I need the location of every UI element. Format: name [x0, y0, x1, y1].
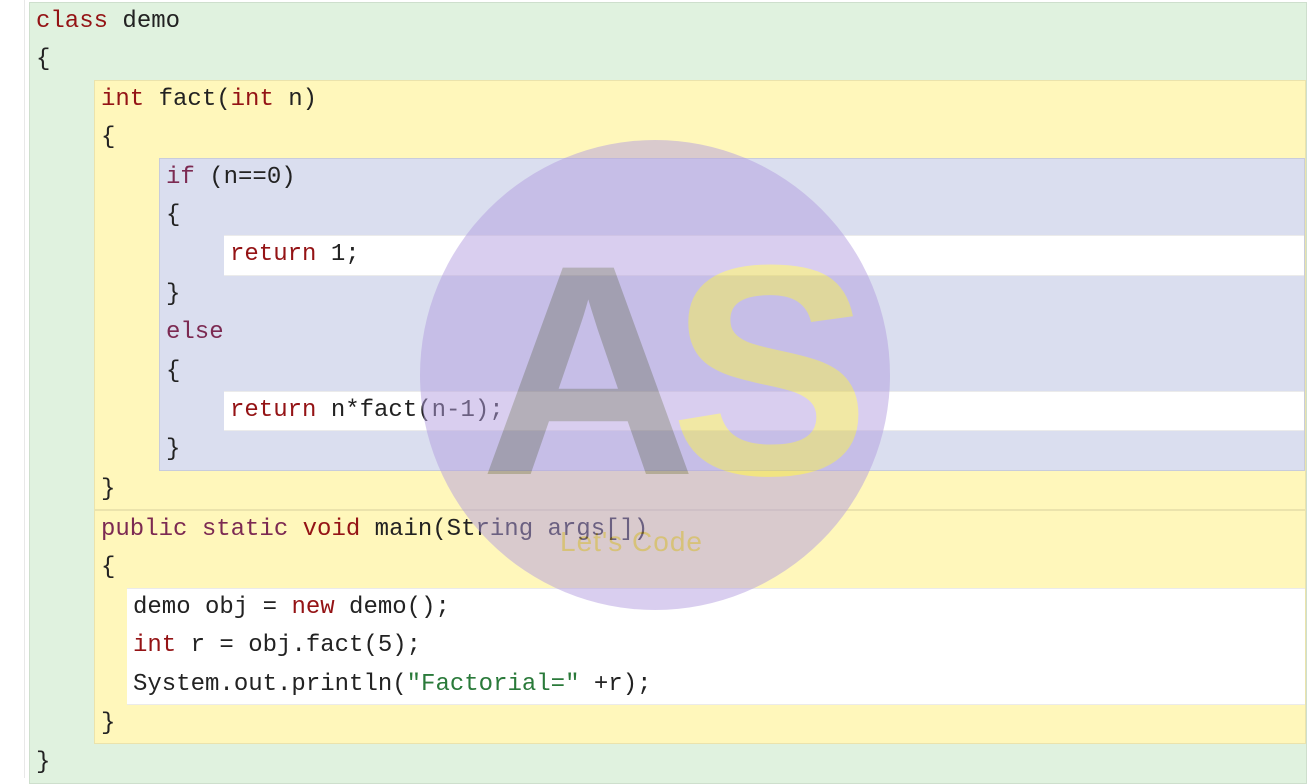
code-line: int fact(int n): [95, 81, 1305, 119]
keyword: public: [101, 516, 187, 543]
keyword: int: [133, 632, 176, 659]
statement-block: demo obj = new demo(); int r = obj.fact(…: [127, 588, 1305, 705]
code-line: }: [160, 276, 1304, 314]
brace: {: [166, 202, 180, 229]
keyword: return: [230, 241, 316, 268]
text: demo();: [335, 594, 450, 621]
method-block: int fact(int n) { if (n==0) { return 1; …: [94, 80, 1306, 510]
text: 1;: [316, 241, 359, 268]
code-line: }: [95, 471, 1305, 509]
keyword: int: [231, 86, 274, 113]
code-line: return n*fact(n-1);: [224, 392, 1304, 430]
keyword: void: [288, 516, 360, 543]
code-line: int r = obj.fact(5);: [127, 627, 1305, 665]
code-line: else: [160, 314, 1304, 352]
code-line: return 1;: [224, 236, 1304, 274]
if-block: if (n==0) { return 1; } else { return n*…: [159, 158, 1305, 471]
code-line: {: [95, 549, 1305, 587]
code-line: public static void main(String args[]): [95, 511, 1305, 549]
keyword: static: [187, 516, 288, 543]
code-line: if (n==0): [160, 159, 1304, 197]
brace: }: [36, 749, 50, 776]
code-line: {: [160, 197, 1304, 235]
code-line: System.out.println("Factorial=" +r);: [127, 666, 1305, 704]
code-line: }: [160, 431, 1304, 469]
text: demo obj =: [133, 594, 291, 621]
condition: (n==0): [195, 164, 296, 191]
keyword: class: [36, 8, 108, 35]
text: +r);: [579, 671, 651, 698]
brace: }: [101, 710, 115, 737]
keyword: return: [230, 397, 316, 424]
class-block: class demo { int fact(int n) { if (n==0)…: [29, 2, 1307, 784]
brace: {: [101, 124, 115, 151]
code-editor[interactable]: class demo { int fact(int n) { if (n==0)…: [25, 0, 1311, 778]
method-block: public static void main(String args[]) {…: [94, 510, 1306, 744]
brace: }: [166, 281, 180, 308]
keyword: int: [101, 86, 144, 113]
text: System.out.println(: [133, 671, 407, 698]
code-line: demo obj = new demo();: [127, 589, 1305, 627]
line-number-gutter: [0, 0, 25, 778]
identifier: demo: [108, 8, 180, 35]
keyword: else: [166, 319, 224, 346]
text: r = obj.fact(5);: [176, 632, 421, 659]
string-literal: "Factorial=": [407, 671, 580, 698]
code-line: class demo: [30, 3, 1306, 41]
code-line: }: [30, 744, 1306, 782]
keyword: if: [166, 164, 195, 191]
brace: {: [36, 46, 50, 73]
brace: {: [101, 554, 115, 581]
identifier: main(String args[]): [360, 516, 648, 543]
identifier: n): [274, 86, 317, 113]
identifier: fact(: [144, 86, 230, 113]
brace: {: [166, 358, 180, 385]
statement-block: return 1;: [224, 235, 1304, 275]
code-line: }: [95, 705, 1305, 743]
code-line: {: [30, 41, 1306, 79]
brace: }: [101, 476, 115, 503]
code-line: {: [160, 353, 1304, 391]
text: n*fact(n-1);: [316, 397, 503, 424]
keyword: new: [291, 594, 334, 621]
code-line: {: [95, 119, 1305, 157]
brace: }: [166, 436, 180, 463]
statement-block: return n*fact(n-1);: [224, 391, 1304, 431]
